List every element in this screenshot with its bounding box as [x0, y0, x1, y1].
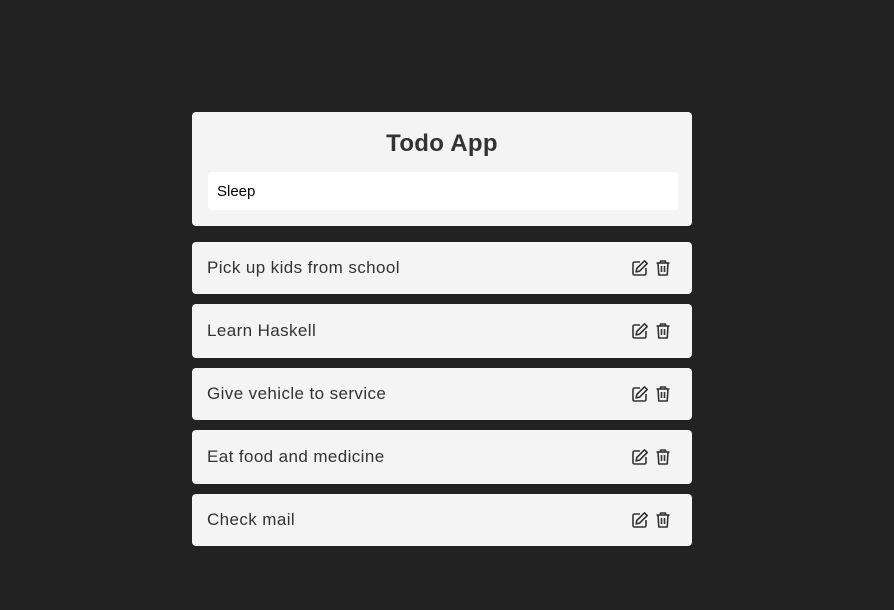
edit-icon[interactable] — [631, 448, 649, 466]
header-card: Todo App — [192, 112, 692, 226]
todo-actions — [631, 259, 672, 277]
todo-item: Give vehicle to service — [192, 368, 692, 420]
todo-text: Learn Haskell — [207, 321, 317, 340]
trash-icon[interactable] — [654, 511, 672, 529]
todo-item: Pick up kids from school — [192, 242, 692, 294]
todo-actions — [631, 322, 672, 340]
edit-icon[interactable] — [631, 511, 649, 529]
todo-actions — [631, 385, 672, 403]
trash-icon[interactable] — [654, 448, 672, 466]
todo-app: Todo App Pick up kids from school Learn … — [192, 112, 692, 546]
trash-icon[interactable] — [654, 385, 672, 403]
new-todo-input[interactable] — [208, 172, 678, 210]
edit-icon[interactable] — [631, 385, 649, 403]
trash-icon[interactable] — [654, 322, 672, 340]
todo-actions — [631, 511, 672, 529]
todo-text: Pick up kids from school — [207, 258, 400, 277]
edit-icon[interactable] — [631, 259, 649, 277]
todo-item: Learn Haskell — [192, 304, 692, 358]
todo-text: Eat food and medicine — [207, 447, 385, 466]
trash-icon[interactable] — [654, 259, 672, 277]
todo-text: Give vehicle to service — [207, 384, 387, 403]
todo-item: Check mail — [192, 494, 692, 546]
todo-item: Eat food and medicine — [192, 430, 692, 484]
todo-text: Check mail — [207, 510, 296, 529]
app-title: Todo App — [386, 130, 498, 157]
edit-icon[interactable] — [631, 322, 649, 340]
todo-actions — [631, 448, 672, 466]
